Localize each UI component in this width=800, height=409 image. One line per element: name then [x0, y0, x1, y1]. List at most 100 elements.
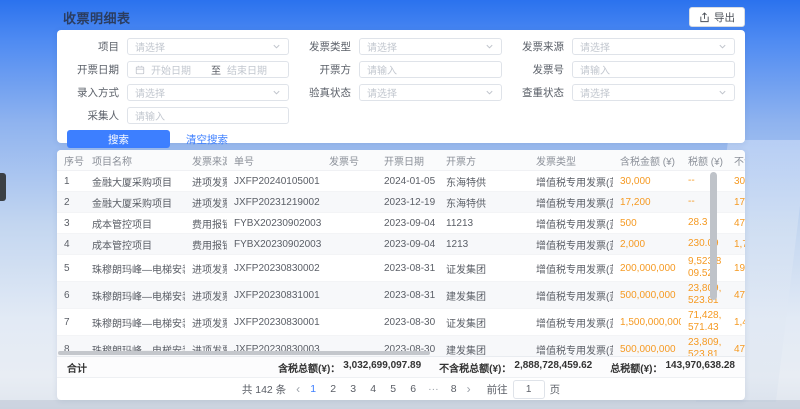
- next-page-icon[interactable]: ›: [467, 383, 471, 395]
- cell: 6: [57, 282, 85, 309]
- cell: 230.09: [681, 234, 727, 255]
- table-header-row: 序号项目名称发票来源单号发票号开票日期开票方发票类型含税金额 (¥)税额 (¥)…: [57, 150, 745, 171]
- filter-invoice-no-input[interactable]: 请输入: [572, 61, 735, 78]
- cell: 进项发票: [185, 282, 227, 309]
- summary-total-label: 不含税总额(¥)：: [439, 360, 511, 375]
- vertical-scrollbar[interactable]: [710, 172, 717, 300]
- cell: 4: [57, 234, 85, 255]
- table-row[interactable]: 1金融大厦采购项目进项发票JXFP202401050012024-01-05东海…: [57, 171, 745, 192]
- page-jump-input[interactable]: [513, 380, 545, 399]
- cell: 增值税专用发票(蓝): [529, 171, 613, 192]
- cell: 增值税专用发票(蓝): [529, 213, 613, 234]
- page-button-3[interactable]: 3: [348, 383, 358, 395]
- cell: FYBX20230902003: [227, 213, 322, 234]
- page-button-5[interactable]: 5: [388, 383, 398, 395]
- cell: 7: [57, 309, 85, 336]
- page-button-4[interactable]: 4: [368, 383, 378, 395]
- table-scroll-area: 序号项目名称发票来源单号发票号开票日期开票方发票类型含税金额 (¥)税额 (¥)…: [57, 150, 745, 356]
- page-button-2[interactable]: 2: [328, 383, 338, 395]
- filter-collector-input[interactable]: 请输入: [127, 107, 289, 124]
- pagination-total: 共 142 条: [242, 382, 286, 397]
- cell: 2,000: [613, 234, 681, 255]
- summary-totals: 含税总额(¥)：3,032,699,097.89 不含税总额(¥)：2,888,7…: [278, 360, 735, 375]
- column-header-10: 不含税金额 (¥): [727, 150, 745, 171]
- cell: 2023-09-04: [377, 234, 439, 255]
- chevron-down-icon: [718, 42, 727, 51]
- cell: 28.3: [681, 213, 727, 234]
- cell: 进项发票: [185, 171, 227, 192]
- cell: 2023-08-31: [377, 255, 439, 282]
- cell: JXFP20230831001: [227, 282, 322, 309]
- column-header-6: 开票方: [439, 150, 529, 171]
- cell: 500,000,000: [613, 282, 681, 309]
- side-drawer-handle[interactable]: [0, 173, 6, 201]
- cell: 17,200: [727, 192, 745, 213]
- filter-actions: 搜索 清空搜索: [67, 130, 735, 148]
- clear-search-link[interactable]: 清空搜索: [186, 132, 228, 147]
- table-row[interactable]: 6珠穆朗玛峰—电梯安装进项发票JXFP202308310012023-08-31…: [57, 282, 745, 309]
- filter-issuer-input[interactable]: 请输入: [359, 61, 502, 78]
- placeholder-text: 请选择: [367, 39, 485, 54]
- cell: JXFP20230830002: [227, 255, 322, 282]
- cell: --: [681, 192, 727, 213]
- prev-page-icon[interactable]: ‹: [296, 383, 300, 395]
- table-row[interactable]: 5珠穆朗玛峰—电梯安装进项发票JXFP202308300022023-08-31…: [57, 255, 745, 282]
- filter-entry-method-select[interactable]: 请选择: [127, 84, 289, 101]
- filter-item-invoice-source: 发票来源请选择: [512, 38, 735, 55]
- summary-total-0: 含税总额(¥)：3,032,699,097.89: [278, 360, 421, 375]
- table-row[interactable]: 3成本管控项目费用报销FYBX202309020032023-09-041121…: [57, 213, 745, 234]
- page-jump-prefix: 前往: [487, 382, 508, 397]
- page-button-8[interactable]: 8: [449, 383, 459, 395]
- cell: --: [681, 171, 727, 192]
- cell: 费用报销: [185, 213, 227, 234]
- table-row[interactable]: 2金融大厦采购项目进项发票JXFP202312190022023-12-19东海…: [57, 192, 745, 213]
- page-content: 收票明细表 导出 项目请选择发票类型请选择发票来源请选择开票日期开始日期至结束日…: [57, 0, 745, 31]
- cell: 2: [57, 192, 85, 213]
- page-ellipsis[interactable]: ···: [428, 383, 439, 395]
- page-button-1[interactable]: 1: [308, 383, 318, 395]
- date-end-placeholder: 结束日期: [227, 62, 281, 77]
- summary-total-1: 不含税总额(¥)：2,888,728,459.62: [439, 360, 592, 375]
- page-title: 收票明细表: [63, 8, 131, 27]
- cell: 增值税专用发票(蓝): [529, 255, 613, 282]
- placeholder-text: 请选择: [135, 85, 272, 100]
- filter-label-entry-method: 录入方式: [67, 85, 119, 100]
- column-header-5: 开票日期: [377, 150, 439, 171]
- export-icon: [699, 12, 710, 23]
- cell: 200,000,000: [613, 255, 681, 282]
- table-row[interactable]: 7珠穆朗玛峰—电梯安装进项发票JXFP202308300012023-08-30…: [57, 309, 745, 336]
- cell: [322, 255, 377, 282]
- cell: 2023-08-31: [377, 282, 439, 309]
- cell: 1,769.91: [727, 234, 745, 255]
- filter-item-collector: 采集人请输入: [67, 107, 289, 124]
- cell: 珠穆朗玛峰—电梯安装: [85, 309, 185, 336]
- filter-verify-status-select[interactable]: 请选择: [359, 84, 502, 101]
- cell: 500: [613, 213, 681, 234]
- placeholder-text: 请选择: [580, 85, 718, 100]
- filter-label-verify-status: 验真状态: [299, 85, 351, 100]
- search-button[interactable]: 搜索: [67, 130, 170, 148]
- cell: JXFP20231219002: [227, 192, 322, 213]
- filter-invoice-date-range[interactable]: 开始日期至结束日期: [127, 61, 289, 78]
- page-button-6[interactable]: 6: [408, 383, 418, 395]
- chevron-down-icon: [718, 88, 727, 97]
- cell: 增值税专用发票(蓝): [529, 192, 613, 213]
- column-header-3: 单号: [227, 150, 322, 171]
- filter-invoice-type-select[interactable]: 请选择: [359, 38, 502, 55]
- table-row[interactable]: 4成本管控项目费用报销FYBX202309020032023-09-041213…: [57, 234, 745, 255]
- filter-label-invoice-source: 发票来源: [512, 39, 564, 54]
- chevron-down-icon: [485, 88, 494, 97]
- filter-project-select[interactable]: 请选择: [127, 38, 289, 55]
- filter-item-invoice-date: 开票日期开始日期至结束日期: [67, 61, 289, 78]
- column-header-2: 发票来源: [185, 150, 227, 171]
- filter-invoice-source-select[interactable]: 请选择: [572, 38, 735, 55]
- filter-duplicate-status-select[interactable]: 请选择: [572, 84, 735, 101]
- cell: [322, 192, 377, 213]
- summary-total-value: 2,888,728,459.62: [514, 360, 592, 375]
- cell: 11213: [439, 213, 529, 234]
- filter-item-invoice-no: 发票号请输入: [512, 61, 735, 78]
- horizontal-scrollbar[interactable]: [58, 351, 430, 355]
- calendar-icon: [135, 65, 145, 75]
- export-button[interactable]: 导出: [689, 7, 745, 27]
- filter-item-verify-status: 验真状态请选择: [299, 84, 502, 101]
